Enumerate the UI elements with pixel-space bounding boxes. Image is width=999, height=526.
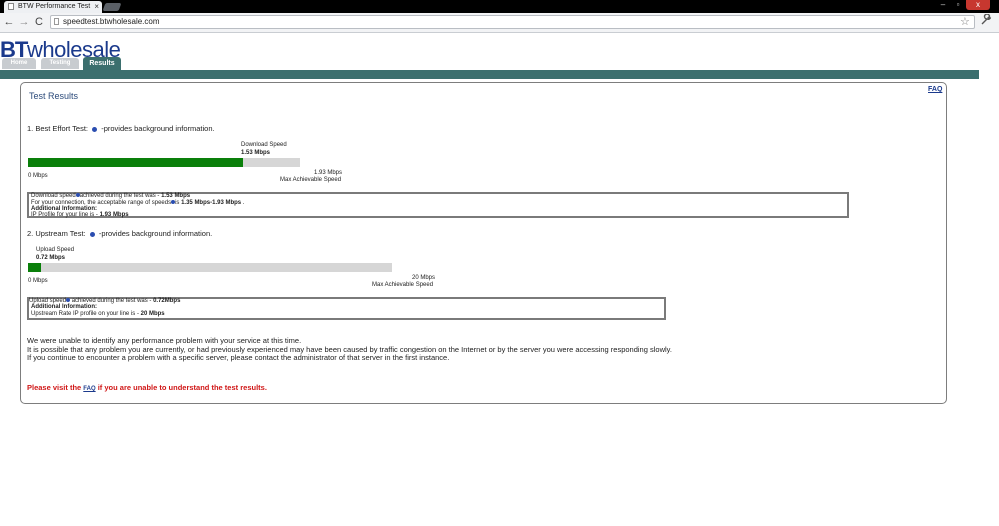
tab-home[interactable]: Home (2, 58, 36, 69)
download-min-label: 0 Mbps (28, 173, 48, 179)
info-value: 1.93 Mbps (99, 212, 129, 218)
upload-speed-label: Upload Speed (36, 247, 75, 253)
wrench-menu-icon[interactable] (980, 13, 994, 28)
page-title: Test Results (29, 91, 79, 101)
tab-testing[interactable]: Testing (41, 58, 79, 69)
address-url: speedtest.btwholesale.com (63, 17, 160, 26)
info-icon[interactable] (89, 231, 95, 237)
close-window-icon[interactable]: x (966, 0, 990, 10)
upload-bar-fill (28, 263, 42, 272)
info-text: . (241, 200, 245, 206)
faq-link[interactable]: FAQ (928, 86, 942, 93)
upload-speed-value: 0.72 Mbps (36, 255, 66, 261)
faq-notice: Please visit the FAQ if you are unable t… (27, 383, 267, 392)
nav-bar (0, 70, 979, 79)
faq-notice-text: if you are unable to understand the test… (95, 383, 267, 392)
page-icon (8, 3, 14, 10)
download-title-label: 1. Best Effort Test: (27, 124, 89, 133)
tab-results[interactable]: Results (83, 57, 121, 70)
reload-icon[interactable]: C (33, 15, 45, 29)
download-info-line4: IP Profile for your line is - 1.93 Mbps (31, 212, 129, 219)
download-section-title: 1. Best Effort Test: -provides backgroun… (27, 124, 215, 133)
maximize-icon[interactable]: ▫ (951, 0, 965, 10)
tab-close-icon[interactable]: × (94, 1, 99, 13)
info-text: IP Profile for your line is - (31, 212, 100, 218)
download-bar-fill (28, 158, 243, 167)
address-bar[interactable]: speedtest.btwholesale.com (50, 15, 975, 29)
new-tab-button[interactable] (102, 3, 122, 11)
minimize-icon[interactable]: – (936, 0, 950, 10)
faq-notice-text: Please visit the (27, 383, 84, 392)
faq-notice-link[interactable]: FAQ (83, 386, 95, 392)
info-value: 0.72Mbps (153, 298, 181, 304)
upload-max-value: 20 Mbps (412, 275, 436, 281)
browser-tab[interactable]: BTW Performance Test × (4, 1, 102, 13)
download-max-value: 1.93 Mbps (314, 170, 343, 176)
upload-bar-track (28, 263, 392, 272)
download-max-label: Max Achievable Speed (280, 177, 342, 183)
message-no-problem: We were unable to identify any performan… (27, 336, 302, 345)
upload-additional-info-heading: Additional Information: (31, 304, 97, 310)
upload-info-line3: Upstream Rate IP profile on your line is… (31, 311, 165, 318)
download-title-desc: -provides background information. (101, 124, 215, 133)
bookmark-star-icon[interactable]: ☆ (960, 15, 972, 29)
back-icon[interactable]: ← (3, 15, 15, 29)
forward-icon[interactable]: → (18, 15, 30, 29)
download-info-line1: Download speed achieved during the test w… (31, 193, 190, 200)
upload-title-label: 2. Upstream Test: (27, 229, 86, 238)
download-speed-label: Download Speed (241, 142, 287, 148)
upload-min-label: 0 Mbps (28, 278, 48, 284)
info-value: 20 Mbps (140, 311, 165, 317)
info-icon[interactable] (92, 126, 98, 132)
browser-titlebar (0, 0, 999, 13)
upload-title-desc: -provides background information. (98, 229, 213, 238)
info-value: 1.53 Mbps (161, 193, 191, 199)
page-icon (54, 18, 59, 25)
upload-section-title: 2. Upstream Test: -provides background i… (27, 229, 212, 238)
download-speed-value: 1.53 Mbps (241, 150, 271, 156)
message-contact-admin: If you continue to encounter a problem w… (27, 353, 450, 362)
tab-title: BTW Performance Test (18, 3, 91, 10)
info-value: 1.35 Mbps-1.93 Mbps (181, 200, 242, 206)
info-text: Download speed (31, 193, 76, 199)
upload-max-label: Max Achievable Speed (372, 282, 434, 288)
info-text: Upstream Rate IP profile on your line is… (31, 311, 141, 317)
info-text: achieved during the test was - (79, 193, 162, 199)
